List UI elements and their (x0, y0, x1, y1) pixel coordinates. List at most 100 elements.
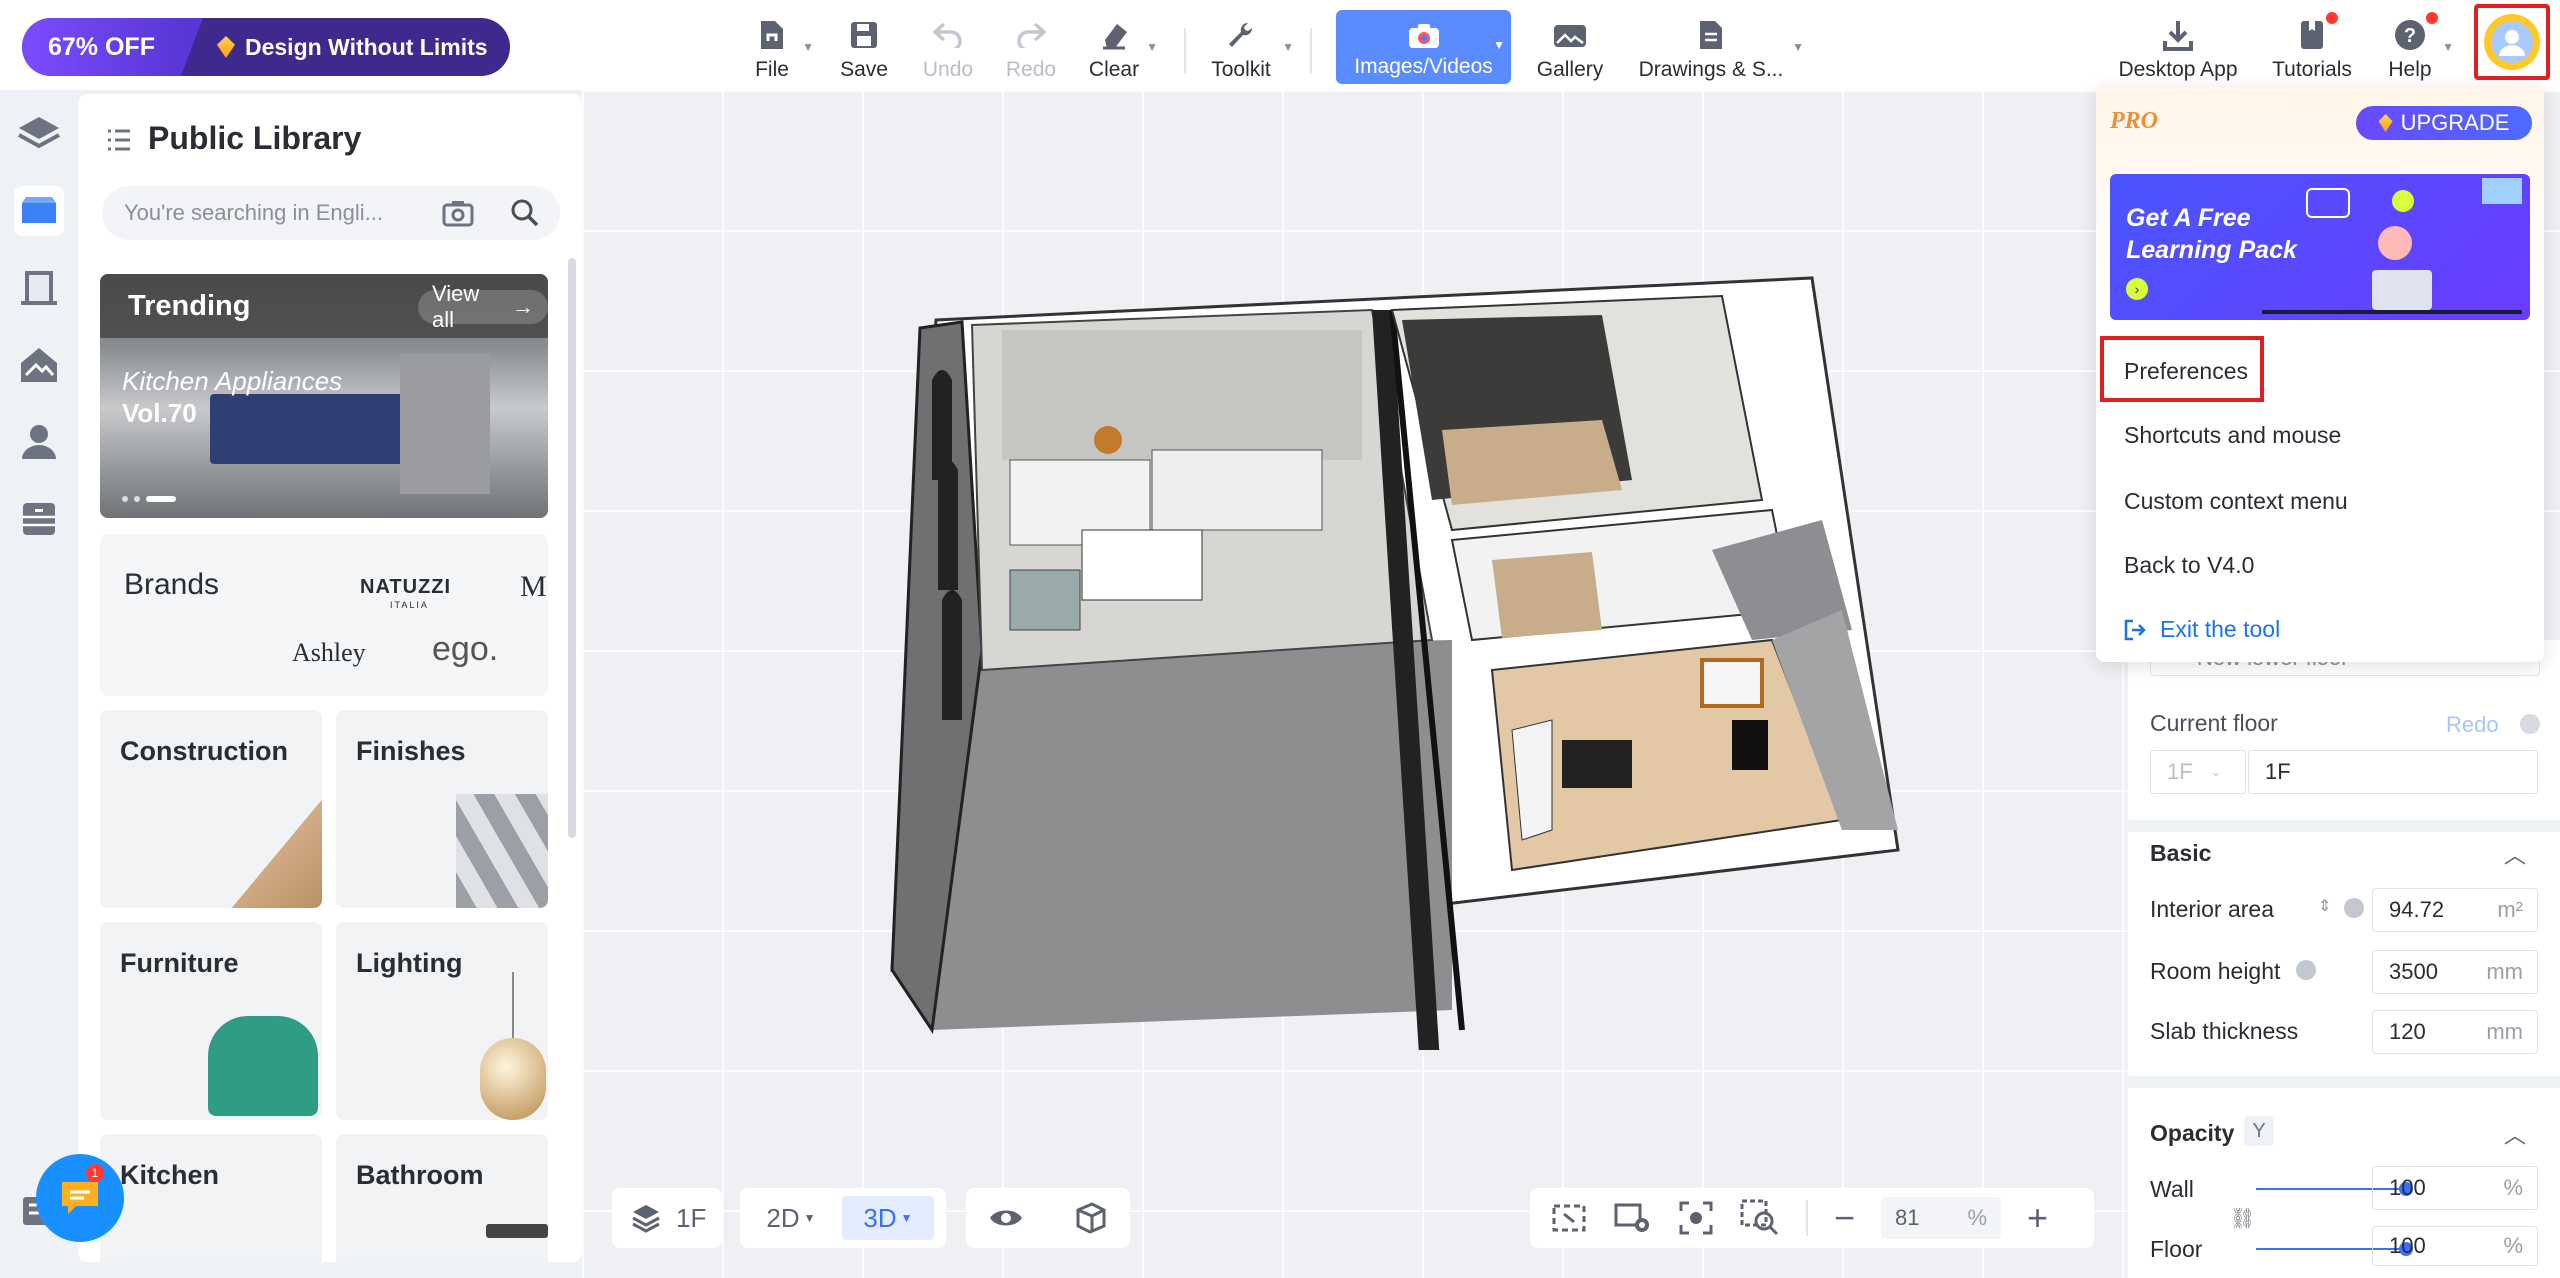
notification-dot (2426, 12, 2438, 24)
info-icon[interactable] (2344, 898, 2364, 918)
promo-banner[interactable]: 67% OFF Design Without Limits (22, 18, 510, 76)
view-settings-icon[interactable] (1614, 1201, 1652, 1235)
slab-thickness-input[interactable]: 120 mm (2372, 1010, 2538, 1054)
exit-tool-link[interactable]: Exit the tool (2124, 616, 2280, 643)
redo-button[interactable]: Redo (1003, 12, 1059, 82)
floorplan-3d-model[interactable] (832, 270, 1902, 1050)
category-furniture[interactable]: Furniture (100, 922, 322, 1120)
view-3d-button[interactable]: 3D ▼ (842, 1196, 934, 1240)
scrollbar[interactable] (568, 258, 576, 838)
zoom-extent-icon[interactable] (1740, 1199, 1780, 1237)
library-search-input[interactable]: You're searching in Engli... (102, 186, 560, 240)
link-icon[interactable]: ⛓ (2230, 1206, 2255, 1231)
focus-icon[interactable] (1678, 1200, 1714, 1236)
help-menu[interactable]: ? Help ▼ (2384, 12, 2454, 82)
clear-button[interactable]: Clear ▼ (1088, 12, 1158, 82)
area-unit: m² (2497, 897, 2523, 922)
upgrade-button[interactable]: UPGRADE (2356, 106, 2532, 140)
user-avatar-button[interactable] (2474, 4, 2550, 80)
clear-label: Clear (1088, 58, 1140, 81)
images-videos-button[interactable]: Images/Videos ▼ (1336, 10, 1511, 84)
brands-card[interactable]: Brands NATUZZI ITALIA M Ashley ego. (100, 534, 548, 696)
toolbar-divider (1184, 28, 1186, 74)
banner-line2: Learning Pack (2126, 236, 2297, 264)
floor-opacity-input[interactable]: 100% (2372, 1226, 2538, 1266)
discount-badge: 67% OFF (22, 18, 181, 76)
zoom-in-button[interactable]: + (2027, 1200, 2048, 1236)
view-all-link[interactable]: View all → (418, 281, 548, 332)
category-finishes[interactable]: Finishes (336, 710, 548, 908)
category-construction[interactable]: Construction (100, 710, 322, 908)
zoom-input[interactable]: 81% (1881, 1197, 2002, 1239)
menu-item-back-v4[interactable]: Back to V4.0 (2124, 552, 2254, 579)
drawings-menu[interactable]: Drawings & S... ▼ (1636, 12, 1804, 82)
file-menu[interactable]: File ▼ (748, 12, 814, 82)
collapse-icon[interactable]: ︿ (2504, 838, 2526, 870)
bulb-image (480, 1038, 546, 1120)
gallery-icon (1553, 18, 1587, 52)
chevron-down-icon: ⌄ (2210, 765, 2221, 779)
brand-logo-ego: ego. (432, 630, 499, 668)
clock-icon (2520, 714, 2540, 734)
menu-item-context-menu[interactable]: Custom context menu (2124, 488, 2348, 515)
rail-user-icon[interactable] (14, 416, 64, 466)
user-icon (2491, 21, 2533, 63)
rail-door-icon[interactable] (14, 262, 64, 312)
trending-card[interactable]: Trending View all → Kitchen Appliances Vo… (100, 274, 548, 518)
list-icon[interactable] (106, 128, 132, 157)
floor-selector[interactable]: 1F (612, 1188, 722, 1248)
interior-area-label: Interior area (2150, 896, 2275, 922)
desktop-app-button[interactable]: Desktop App (2114, 12, 2242, 82)
save-label: Save (840, 58, 888, 81)
wall-opacity-value: 100 (2389, 1175, 2426, 1200)
undo-button[interactable]: Undo (918, 12, 978, 82)
tile-image (456, 794, 548, 908)
redo-link[interactable]: Redo (2446, 712, 2499, 738)
menu-item-shortcuts[interactable]: Shortcuts and mouse (2124, 422, 2341, 449)
info-icon[interactable] (2296, 960, 2316, 980)
eye-icon[interactable] (988, 1205, 1024, 1231)
gallery-button[interactable]: Gallery (1534, 12, 1606, 82)
room-height-input[interactable]: 3500 mm (2372, 950, 2538, 994)
undo-label: Undo (922, 58, 974, 81)
save-button[interactable]: Save (838, 12, 890, 82)
menu-item-preferences[interactable]: Preferences (2124, 358, 2248, 385)
staircase-image (230, 790, 322, 908)
notification-dot (2326, 12, 2338, 24)
rail-cabinet-icon[interactable] (14, 494, 64, 544)
floor-opacity-label: Floor (2150, 1236, 2203, 1262)
interior-area-input[interactable]: 94.72 m² (2372, 888, 2538, 932)
category-kitchen[interactable]: Kitchen (100, 1134, 322, 1262)
camera-search-icon[interactable] (442, 199, 474, 233)
rail-layers-icon[interactable] (14, 110, 64, 160)
shower-head-image (486, 1224, 548, 1238)
category-lighting[interactable]: Lighting (336, 922, 548, 1120)
chat-icon (62, 1182, 98, 1214)
zoom-out-button[interactable]: − (1834, 1200, 1855, 1236)
rail-house-icon[interactable] (14, 340, 64, 390)
collapse-icon[interactable]: ︿ (2504, 1118, 2526, 1150)
category-bathroom[interactable]: Bathroom (336, 1134, 548, 1262)
view-2d-button[interactable]: 2D ▼ (748, 1196, 834, 1240)
chevron-down-icon: ▼ (1792, 40, 1804, 54)
rail-library-icon[interactable] (14, 186, 64, 236)
kitchen-island-shape (210, 394, 410, 464)
chevron-down-icon: ▼ (1282, 40, 1294, 54)
chevron-down-icon: ▼ (1146, 40, 1158, 54)
learning-pack-banner[interactable]: Get A Free Learning Pack › (2110, 174, 2530, 320)
toolkit-menu[interactable]: Toolkit ▼ (1206, 12, 1294, 82)
exit-icon (2124, 619, 2146, 640)
floor-name-input[interactable]: 1F (2248, 750, 2538, 794)
wall-opacity-input[interactable]: 100% (2372, 1166, 2538, 1210)
exit-label: Exit the tool (2160, 616, 2281, 642)
chat-button[interactable]: 1 (36, 1154, 124, 1242)
carousel-dots[interactable] (122, 496, 176, 502)
search-icon[interactable] (510, 198, 540, 234)
brands-label: Brands (124, 568, 220, 601)
floor-dropdown[interactable]: 1F ⌄ (2150, 750, 2246, 794)
tutorials-button[interactable]: Tutorials (2270, 12, 2354, 82)
fit-selection-icon[interactable] (1550, 1202, 1588, 1234)
sort-icon[interactable]: ⇕ (2318, 896, 2331, 916)
cube-icon[interactable] (1072, 1202, 1108, 1234)
chevron-down-icon: ▼ (803, 1211, 816, 1225)
